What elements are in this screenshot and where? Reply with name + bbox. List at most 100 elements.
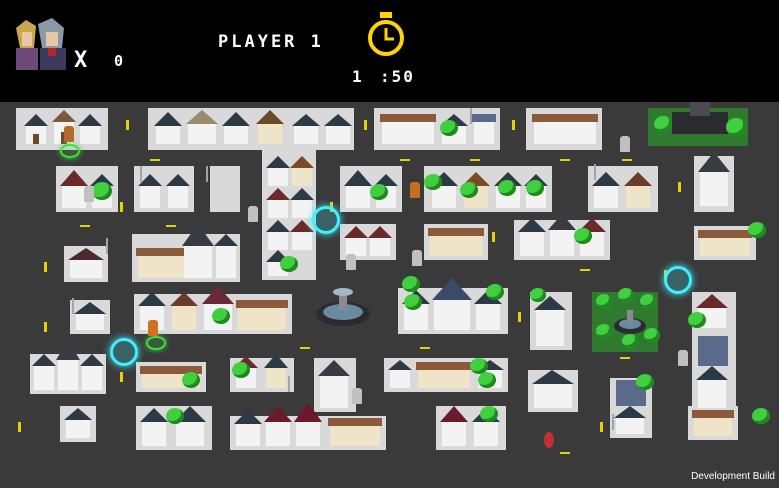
stopwatch-icon — [368, 12, 404, 56]
tree — [480, 406, 498, 422]
tree — [726, 118, 746, 136]
tree — [654, 116, 672, 132]
npc-skeleton[interactable] — [678, 350, 688, 366]
player-label: PLAYER 1 — [218, 32, 324, 52]
portal-ring[interactable] — [110, 338, 138, 366]
street-lamp — [470, 108, 472, 124]
lane-marking — [44, 322, 47, 332]
tree — [92, 182, 112, 200]
lane-marking — [120, 202, 123, 212]
lives-multiplier: X — [74, 48, 90, 73]
lane-marking — [126, 120, 129, 130]
npc-character[interactable] — [64, 126, 74, 142]
timer-seconds: :50 — [380, 67, 415, 86]
tree — [182, 372, 200, 388]
tree — [574, 228, 592, 244]
lane-marking — [150, 159, 160, 161]
lane-marking — [518, 312, 521, 322]
tree — [460, 182, 478, 198]
tree — [622, 334, 638, 348]
fountain — [614, 310, 646, 334]
lane-marking — [120, 372, 123, 382]
lane-marking — [400, 159, 410, 161]
tree — [636, 374, 654, 390]
house — [534, 296, 566, 346]
house — [24, 110, 102, 144]
house — [64, 408, 92, 438]
tree — [618, 288, 634, 302]
development-build-watermark: Development Build — [691, 471, 775, 482]
tree — [280, 256, 298, 272]
tree — [212, 308, 230, 324]
street-lamp — [140, 166, 142, 182]
tree — [440, 120, 458, 136]
tree — [748, 222, 766, 238]
lives-count: 0 — [114, 52, 126, 70]
lane-marking — [560, 452, 570, 454]
house — [68, 248, 104, 278]
house — [234, 402, 382, 446]
lane-marking — [512, 120, 515, 130]
portal-ring[interactable] — [146, 336, 166, 350]
npc-skeleton[interactable] — [248, 206, 258, 222]
tree — [424, 174, 442, 190]
npc-skeleton[interactable] — [352, 388, 362, 404]
tree — [232, 362, 250, 378]
tree — [404, 294, 422, 310]
lane-marking — [300, 347, 310, 349]
tree — [752, 408, 770, 424]
town-map[interactable]: Development Build — [0, 102, 779, 488]
npc-skeleton[interactable] — [620, 136, 630, 152]
lane-marking — [620, 357, 630, 359]
character-portrait-icon — [12, 18, 68, 72]
house — [154, 110, 352, 144]
house — [428, 228, 484, 256]
house — [518, 214, 606, 256]
tree — [644, 328, 660, 342]
lane-marking — [470, 159, 480, 161]
street-lamp — [288, 376, 290, 392]
lane-marking — [364, 120, 367, 130]
lane-marking — [560, 159, 570, 161]
npc-skeleton[interactable] — [346, 254, 356, 270]
house — [138, 174, 190, 208]
hud-bar: X 0 PLAYER 1 1 :50 — [0, 0, 779, 102]
npc-character[interactable] — [410, 182, 420, 198]
tree — [402, 276, 420, 292]
timer-minutes: 1 — [352, 67, 364, 86]
portal-ring[interactable] — [312, 206, 340, 234]
house — [696, 294, 728, 408]
city-block — [210, 166, 240, 212]
tree — [498, 180, 516, 196]
house — [698, 230, 752, 256]
tree — [370, 184, 388, 200]
player-character[interactable] — [148, 320, 158, 336]
portal-ring[interactable] — [664, 266, 692, 294]
tree — [486, 284, 504, 300]
npc-skeleton[interactable] — [412, 250, 422, 266]
house — [74, 302, 106, 330]
house — [532, 370, 574, 408]
tree — [526, 180, 544, 196]
lane-marking — [678, 182, 681, 192]
portal-ring[interactable] — [60, 144, 80, 158]
npc-skeleton[interactable] — [84, 186, 94, 202]
lane-marking — [18, 422, 21, 432]
tree — [166, 408, 184, 424]
house — [136, 224, 238, 278]
house — [698, 152, 730, 206]
plaza-monument — [672, 102, 728, 134]
street-lamp — [612, 414, 614, 430]
tree — [596, 294, 612, 308]
street-lamp — [594, 164, 596, 180]
house — [138, 286, 288, 330]
street-lamp — [106, 238, 108, 254]
tree — [688, 312, 706, 328]
tree — [530, 288, 546, 302]
lane-marking — [622, 159, 632, 161]
lane-marking — [492, 232, 495, 242]
lane-marking — [80, 225, 90, 227]
npc-enemy[interactable] — [544, 432, 554, 448]
house — [592, 172, 652, 208]
tree — [640, 294, 656, 308]
